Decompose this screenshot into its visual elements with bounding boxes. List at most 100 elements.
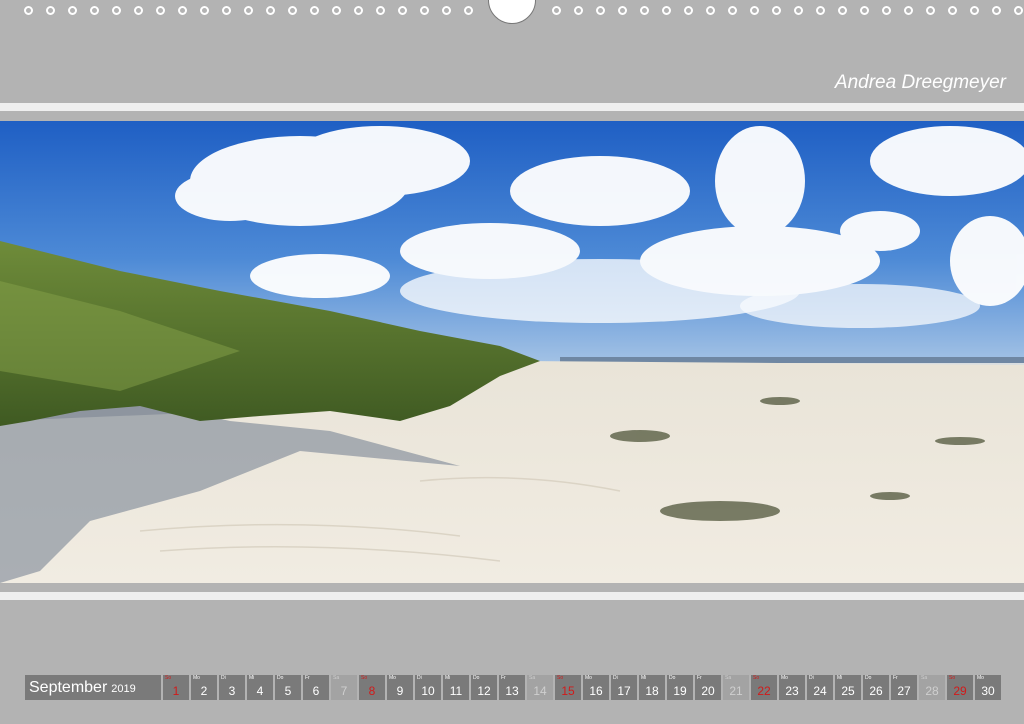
day-number: 4 [256,684,264,698]
calendar-day: Mi 18 [639,675,665,700]
calendar-day: Mi 25 [835,675,861,700]
binding-ring [46,6,55,15]
month-year: 2019 [111,683,136,695]
calendar-day: Mo 16 [583,675,609,700]
weekday-label: Di [221,675,226,681]
calendar-day: Fr 6 [303,675,329,700]
day-number: 2 [200,684,208,698]
calendar-day: So 22 [751,675,777,700]
top-border-stripe [0,103,1024,111]
binding-ring [618,6,627,15]
weekday-label: Di [809,675,814,681]
calendar-day: Fr 13 [499,675,525,700]
binding-ring [706,6,715,15]
month-label: September 2019 [25,675,161,700]
binding-ring [684,6,693,15]
weekday-label: Mi [641,675,647,681]
weekday-label: So [165,675,172,681]
day-number: 6 [312,684,320,698]
weekday-label: Fr [697,675,702,681]
binding-ring [860,6,869,15]
binding-ring [178,6,187,15]
calendar-day: So 8 [359,675,385,700]
weekday-label: Fr [501,675,506,681]
binding-ring [200,6,209,15]
weekday-label: Mo [781,675,788,681]
binding-ring [1014,6,1023,15]
weekday-label: Mi [837,675,843,681]
day-number: 13 [505,684,519,698]
binding-ring [222,6,231,15]
author-credit: Andrea Dreegmeyer [834,72,1006,93]
day-number: 26 [869,684,883,698]
calendar-day: Mo 2 [191,675,217,700]
calendar-day: Di 24 [807,675,833,700]
bottom-border-stripe [0,592,1024,600]
day-number: 21 [729,684,743,698]
calendar-day: So 1 [163,675,189,700]
weekday-label: Mi [249,675,255,681]
binding-ring [574,6,583,15]
binding-ring [772,6,781,15]
binding-ring [970,6,979,15]
binding-ring [266,6,275,15]
calendar-bar: September 2019 So 1 Mo 2 Di 3 Mi 4 Do 5 Fr 6 Sa 7 So 8 M… [25,675,1003,700]
spiral-binding [0,0,1024,26]
weekday-label: Mo [389,675,396,681]
day-number: 24 [813,684,827,698]
day-number: 22 [757,684,771,698]
day-number: 7 [340,684,348,698]
binding-ring [112,6,121,15]
binding-ring [552,6,561,15]
weekday-label: Di [417,675,422,681]
calendar-day: Fr 20 [695,675,721,700]
weekday-label: Do [669,675,676,681]
day-number: 3 [228,684,236,698]
calendar-day: Mo 30 [975,675,1001,700]
binding-ring [398,6,407,15]
hanger-hole [488,0,536,24]
weekday-label: Di [613,675,618,681]
weekday-label: Do [865,675,872,681]
day-number: 1 [172,684,180,698]
day-number: 30 [981,684,995,698]
calendar-day: Di 17 [611,675,637,700]
calendar-day: Mo 23 [779,675,805,700]
binding-ring [640,6,649,15]
calendar-day: Mi 11 [443,675,469,700]
calendar-day: Do 12 [471,675,497,700]
binding-ring [926,6,935,15]
binding-ring [596,6,605,15]
calendar-day: Sa 28 [919,675,945,700]
weekday-label: Sa [725,675,732,681]
binding-ring [750,6,759,15]
binding-ring [90,6,99,15]
weekday-label: Mo [585,675,592,681]
day-number: 14 [533,684,547,698]
day-number: 29 [953,684,967,698]
calendar-day: Di 3 [219,675,245,700]
binding-ring [442,6,451,15]
day-number: 12 [477,684,491,698]
day-number: 27 [897,684,911,698]
weekday-label: Sa [921,675,928,681]
weekday-label: Mi [445,675,451,681]
binding-ring [354,6,363,15]
weekday-label: Fr [893,675,898,681]
binding-ring [464,6,473,15]
binding-ring [288,6,297,15]
binding-ring [662,6,671,15]
weekday-label: So [949,675,956,681]
binding-ring [24,6,33,15]
weekday-label: Sa [333,675,340,681]
calendar-day: Mo 9 [387,675,413,700]
calendar-day: Fr 27 [891,675,917,700]
calendar-day: So 29 [947,675,973,700]
day-number: 28 [925,684,939,698]
day-number: 23 [785,684,799,698]
day-number: 11 [449,684,463,698]
day-number: 18 [645,684,659,698]
weekday-label: Do [277,675,284,681]
day-number: 10 [421,684,435,698]
calendar-day: Di 10 [415,675,441,700]
